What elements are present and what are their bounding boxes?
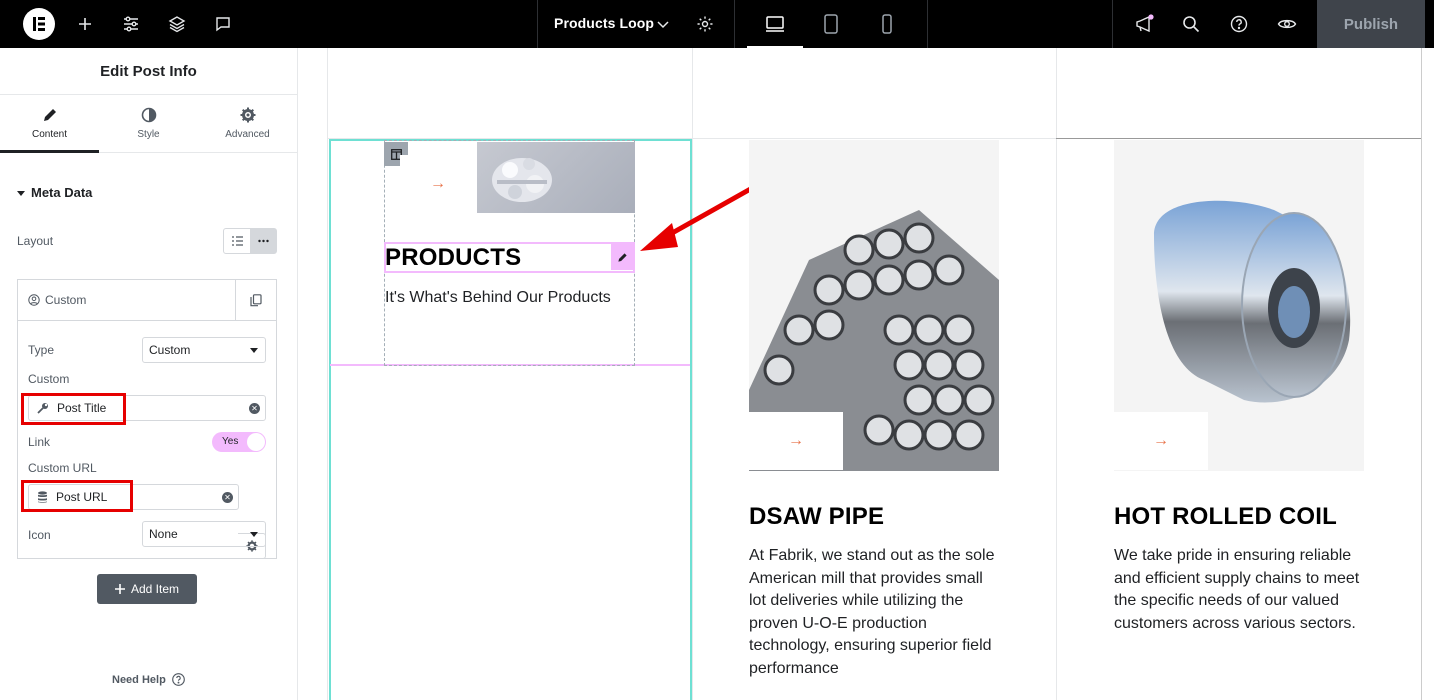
repeater-item-title: Custom (45, 293, 87, 307)
layout-list-icon[interactable] (224, 229, 250, 253)
clear-url-tag-icon[interactable]: ✕ (222, 492, 233, 503)
elementor-logo-icon[interactable] (23, 8, 55, 40)
add-element-icon[interactable] (73, 12, 97, 36)
card-text: We take pride in ensuring reliable and e… (1114, 547, 1360, 632)
tab-content-label: Content (31, 129, 68, 140)
card-subtitle: It's What's Behind Our Products (385, 289, 611, 306)
layout-label: Layout (17, 234, 54, 248)
caret-down-icon (17, 190, 25, 196)
top-bar: Products Loop Publish (0, 0, 1434, 48)
add-item-button[interactable]: Add Item (97, 574, 197, 604)
mobile-view-icon[interactable] (859, 0, 915, 48)
chevron-down-icon[interactable] (651, 12, 675, 36)
toggle-knob (247, 433, 265, 451)
preview-canvas: → PRODUCTS It's What's Behind Our Produc… (298, 48, 1434, 700)
clear-custom-tag-icon[interactable]: ✕ (249, 403, 260, 414)
duplicate-icon[interactable] (235, 280, 276, 320)
card-title[interactable]: DSAW PIPE (749, 503, 884, 531)
tablet-view-icon[interactable] (803, 0, 859, 48)
publish-button[interactable]: Publish (1317, 0, 1425, 48)
notifications-megaphone-icon[interactable] (1132, 12, 1156, 36)
link-toggle[interactable]: Yes (212, 432, 266, 452)
page-settings-gear-icon[interactable] (693, 12, 717, 36)
plus-icon (114, 584, 125, 594)
product-image (477, 142, 635, 213)
add-item-label: Add Item (130, 582, 180, 596)
link-toggle-label: Yes (222, 436, 239, 447)
document-title[interactable]: Products Loop (554, 15, 654, 31)
annotation-highlight-post-title (21, 393, 126, 425)
tab-style-label: Style (137, 129, 160, 140)
type-select[interactable]: Custom (142, 337, 266, 363)
arrow-right-icon[interactable]: → (400, 155, 476, 213)
panel-title: Edit Post Info (0, 48, 297, 95)
layout-switch (223, 228, 277, 254)
tab-style[interactable]: Style (99, 95, 198, 152)
need-help-link[interactable]: Need Help (112, 673, 185, 686)
tab-content[interactable]: Content (0, 95, 99, 153)
panel-tabs: Content Style Advanced (0, 95, 297, 153)
desktop-view-icon[interactable] (747, 0, 803, 48)
custom-url-label: Custom URL (28, 461, 97, 475)
card-text: At Fabrik, we stand out as the sole Amer… (749, 547, 995, 677)
type-label: Type (28, 343, 55, 357)
link-label: Link (28, 435, 51, 449)
repeater-item-header[interactable]: Custom (18, 280, 276, 321)
editor-panel: Edit Post Info Content Style Advanced Me… (0, 48, 298, 700)
arrow-right-icon[interactable]: → (1114, 412, 1208, 470)
site-settings-sliders-icon[interactable] (119, 12, 143, 36)
preview-eye-icon[interactable] (1275, 12, 1299, 36)
icon-label: Icon (28, 528, 51, 542)
need-help-label: Need Help (112, 673, 166, 686)
card-title[interactable]: PRODUCTS (385, 244, 521, 272)
section-title: Meta Data (31, 185, 93, 200)
layout-inline-icon[interactable] (250, 229, 276, 253)
gear-icon (240, 107, 255, 123)
annotation-highlight-post-url (21, 480, 133, 512)
section-meta-data[interactable]: Meta Data (17, 185, 92, 200)
half-circle-icon (141, 107, 156, 123)
structure-layers-icon[interactable] (165, 12, 189, 36)
tab-advanced-label: Advanced (225, 129, 270, 140)
pencil-icon (43, 109, 56, 121)
user-circle-icon (28, 294, 40, 306)
search-icon[interactable] (1179, 12, 1203, 36)
tab-advanced[interactable]: Advanced (198, 95, 297, 152)
comments-icon[interactable] (211, 12, 235, 36)
icon-select[interactable]: None (142, 521, 266, 547)
card-title[interactable]: HOT ROLLED COIL (1114, 503, 1337, 531)
arrow-right-icon[interactable]: → (749, 412, 843, 470)
help-circle-icon (171, 673, 185, 686)
custom-label: Custom (28, 372, 70, 386)
help-icon[interactable] (1227, 12, 1251, 36)
